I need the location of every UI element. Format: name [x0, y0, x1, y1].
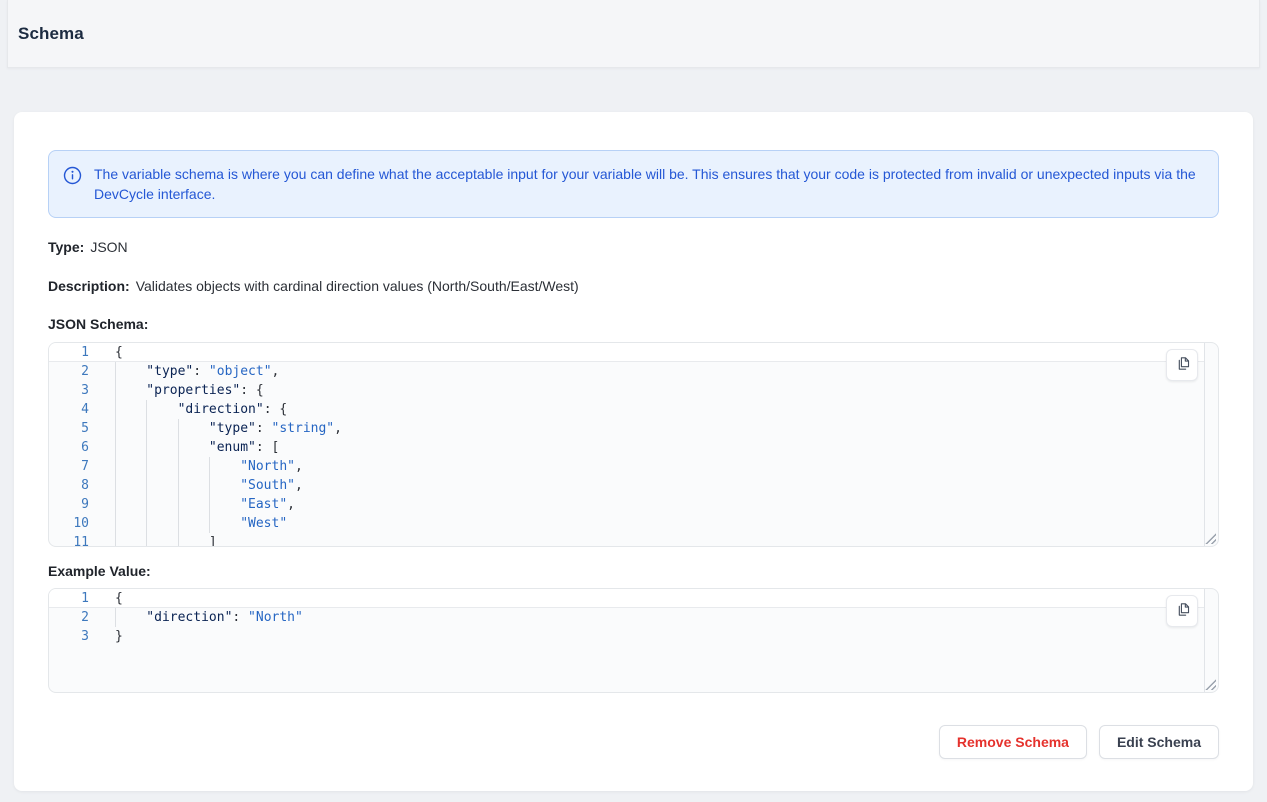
- footer-actions: Remove Schema Edit Schema: [48, 725, 1219, 759]
- code-line: 11]: [49, 533, 1204, 547]
- indent-guide: [146, 514, 177, 533]
- indent-guide: [115, 362, 146, 381]
- indent-guide: [115, 400, 146, 419]
- copy-icon: [1174, 355, 1191, 375]
- line-number: 9: [49, 495, 89, 514]
- json-schema-editor[interactable]: 1{2"type": "object",3"properties": {4"di…: [48, 342, 1219, 547]
- code-line: 7"North",: [49, 457, 1204, 476]
- code-lines: 1{2"type": "object",3"properties": {4"di…: [49, 343, 1204, 547]
- indent-guide: [209, 514, 240, 533]
- indent-guide: [209, 495, 240, 514]
- editor-resize-handle[interactable]: [1205, 533, 1216, 544]
- indent-guide: [115, 608, 146, 627]
- line-number: 11: [49, 533, 89, 547]
- line-number: 1: [49, 589, 89, 607]
- info-alert: The variable schema is where you can def…: [48, 150, 1219, 218]
- indent-guide: [146, 438, 177, 457]
- indent-guide: [178, 419, 209, 438]
- indent-guide: [178, 514, 209, 533]
- code-line: 1{: [49, 589, 1204, 608]
- copy-example-button[interactable]: [1166, 595, 1198, 627]
- code-line: 10"West": [49, 514, 1204, 533]
- json-schema-label: JSON Schema:: [48, 316, 1219, 332]
- indent-guide: [146, 457, 177, 476]
- info-icon: [63, 166, 82, 190]
- line-number: 10: [49, 514, 89, 533]
- type-label: Type:: [48, 239, 84, 255]
- code-line: 8"South",: [49, 476, 1204, 495]
- indent-guide: [146, 533, 177, 547]
- code-line: 4"direction": {: [49, 400, 1204, 419]
- description-label: Description:: [48, 278, 130, 294]
- indent-guide: [115, 533, 146, 547]
- indent-guide: [115, 419, 146, 438]
- line-number: 3: [49, 627, 89, 646]
- indent-guide: [146, 419, 177, 438]
- indent-guide: [146, 495, 177, 514]
- alert-text: The variable schema is where you can def…: [94, 164, 1202, 204]
- line-number: 1: [49, 343, 89, 361]
- code-line: 5"type": "string",: [49, 419, 1204, 438]
- edit-schema-button[interactable]: Edit Schema: [1099, 725, 1219, 759]
- indent-guide: [178, 533, 209, 547]
- indent-guide: [178, 495, 209, 514]
- code-line: 3}: [49, 627, 1204, 646]
- type-field: Type: JSON: [48, 240, 1219, 255]
- example-value-label: Example Value:: [48, 563, 1219, 579]
- editor-scroll-track: [1204, 343, 1205, 546]
- code-line: 3"properties": {: [49, 381, 1204, 400]
- description-field: Description: Validates objects with cardi…: [48, 279, 1219, 294]
- indent-guide: [209, 457, 240, 476]
- line-number: 6: [49, 438, 89, 457]
- page-header: Schema: [7, 0, 1260, 68]
- indent-guide: [178, 438, 209, 457]
- indent-guide: [115, 514, 146, 533]
- indent-guide: [115, 457, 146, 476]
- indent-guide: [146, 476, 177, 495]
- copy-schema-button[interactable]: [1166, 349, 1198, 381]
- indent-guide: [178, 476, 209, 495]
- indent-guide: [115, 476, 146, 495]
- line-number: 2: [49, 362, 89, 381]
- editor-resize-handle[interactable]: [1205, 679, 1216, 690]
- code-line: 2"direction": "North": [49, 608, 1204, 627]
- line-number: 5: [49, 419, 89, 438]
- line-number: 2: [49, 608, 89, 627]
- editor-scroll-track: [1204, 589, 1205, 692]
- line-number: 7: [49, 457, 89, 476]
- indent-guide: [115, 438, 146, 457]
- type-value: JSON: [90, 239, 127, 255]
- description-value: Validates objects with cardinal directio…: [136, 278, 579, 294]
- code-line: 9"East",: [49, 495, 1204, 514]
- page-title: Schema: [18, 24, 84, 44]
- indent-guide: [115, 495, 146, 514]
- indent-guide: [209, 476, 240, 495]
- indent-guide: [115, 381, 146, 400]
- line-number: 4: [49, 400, 89, 419]
- indent-guide: [178, 457, 209, 476]
- line-number: 3: [49, 381, 89, 400]
- indent-guide: [146, 400, 177, 419]
- code-line: 1{: [49, 343, 1204, 362]
- remove-schema-button[interactable]: Remove Schema: [939, 725, 1087, 759]
- schema-card: The variable schema is where you can def…: [14, 112, 1253, 791]
- line-number: 8: [49, 476, 89, 495]
- code-lines: 1{2"direction": "North"3}: [49, 589, 1204, 646]
- example-value-editor[interactable]: 1{2"direction": "North"3}: [48, 588, 1219, 693]
- code-line: 2"type": "object",: [49, 362, 1204, 381]
- copy-icon: [1174, 601, 1191, 621]
- code-line: 6"enum": [: [49, 438, 1204, 457]
